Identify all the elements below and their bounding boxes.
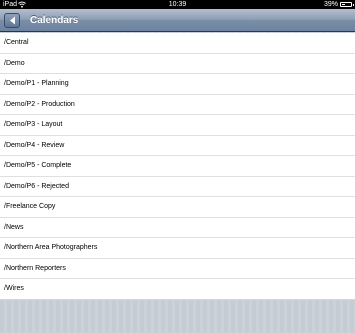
battery-percentage: 39% bbox=[323, 1, 338, 8]
calendar-list: /Central/Demo/Demo/P1 - Planning/Demo/P2… bbox=[0, 33, 355, 300]
battery-icon bbox=[340, 2, 354, 7]
calendar-list-item[interactable]: /Freelance Copy bbox=[0, 197, 355, 218]
page-title: Calendars bbox=[30, 15, 79, 26]
calendar-list-item[interactable]: /Northern Area Photographers bbox=[0, 238, 355, 259]
navigation-bar: Calendars bbox=[0, 9, 355, 32]
calendar-list-item[interactable]: /Demo/P1 - Planning bbox=[0, 74, 355, 95]
battery-level-fill bbox=[342, 4, 345, 5]
calendar-list-item[interactable]: /News bbox=[0, 218, 355, 238]
calendar-list-item[interactable]: /Northern Reporters bbox=[0, 259, 355, 279]
calendar-list-item[interactable]: /Demo/P5 - Complete bbox=[0, 156, 355, 177]
clock: 10:39 bbox=[168, 1, 187, 8]
calendar-list-item[interactable]: /Demo/P6 - Rejected bbox=[0, 177, 355, 197]
calendar-list-item[interactable]: /Demo/P3 - Layout bbox=[0, 115, 355, 136]
status-bar: iPad 10:39 39% bbox=[0, 0, 355, 9]
calendar-list-item[interactable]: /Wires bbox=[0, 279, 355, 300]
chevron-left-icon bbox=[10, 16, 15, 25]
calendar-list-item[interactable]: /Demo bbox=[0, 54, 355, 74]
calendar-list-item[interactable]: /Demo/P4 - Review bbox=[0, 136, 355, 156]
back-button[interactable] bbox=[4, 13, 20, 28]
calendar-list-item[interactable]: /Central bbox=[0, 33, 355, 54]
calendar-list-item[interactable]: /Demo/P2 - Production bbox=[0, 95, 355, 115]
